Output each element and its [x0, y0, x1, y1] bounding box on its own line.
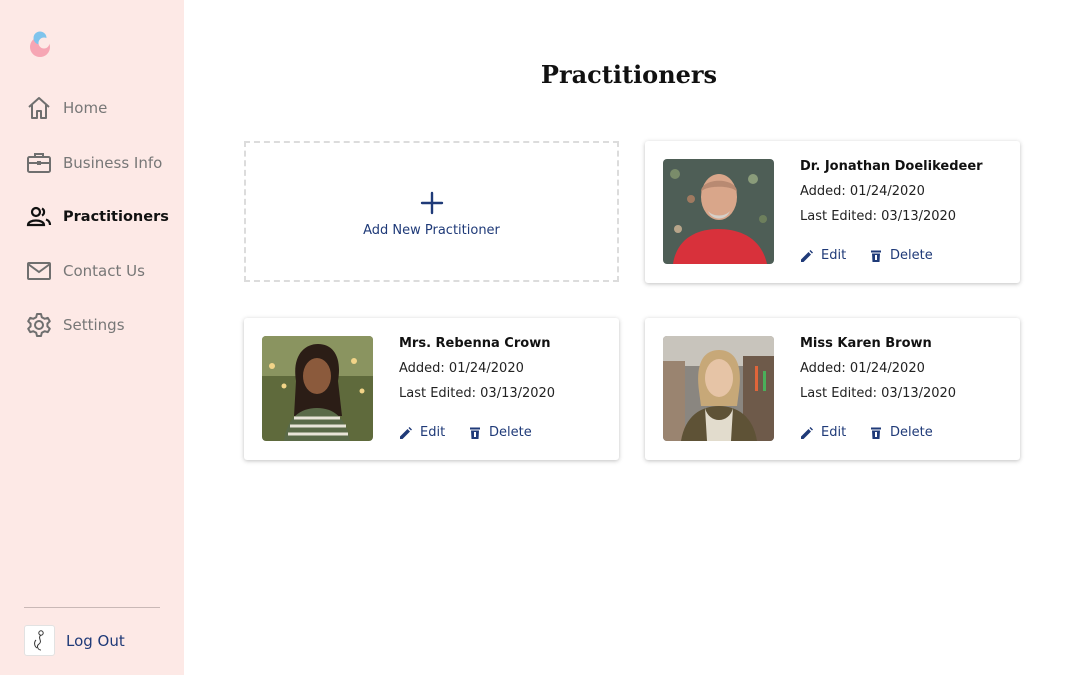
practitioner-photo	[663, 336, 774, 441]
practitioner-added-date: Added: 01/24/2020	[800, 184, 925, 199]
delete-button[interactable]: Delete	[869, 425, 933, 440]
delete-button[interactable]: Delete	[468, 425, 532, 440]
sidebar-item-label: Settings	[63, 316, 125, 334]
logout-label: Log Out	[66, 631, 125, 650]
pencil-icon	[800, 249, 814, 263]
edit-label: Edit	[821, 425, 847, 440]
sidebar-item-settings[interactable]: Settings	[26, 311, 125, 339]
practitioner-name: Miss Karen Brown	[800, 336, 932, 351]
practitioner-card: Dr. Jonathan Doelikedeer Added: 01/24/20…	[645, 141, 1020, 283]
sidebar-item-label: Contact Us	[63, 262, 145, 280]
sidebar-item-label: Home	[63, 99, 108, 117]
edit-button[interactable]: Edit	[800, 248, 846, 263]
practitioner-card: Mrs. Rebenna Crown Added: 01/24/2020 Las…	[244, 318, 619, 460]
practitioner-edited-date: Last Edited: 03/13/2020	[399, 386, 556, 401]
pencil-icon	[800, 426, 814, 440]
sidebar-divider	[24, 607, 160, 608]
trash-icon	[869, 249, 883, 263]
practitioner-name: Mrs. Rebenna Crown	[399, 336, 551, 351]
edit-button[interactable]: Edit	[800, 425, 846, 440]
add-practitioner-label: Add New Practitioner	[363, 223, 500, 238]
sidebar-item-home[interactable]: Home	[26, 94, 107, 122]
practitioner-edited-date: Last Edited: 03/13/2020	[800, 209, 957, 224]
sidebar-item-practitioners[interactable]: Practitioners	[26, 203, 169, 231]
edit-label: Edit	[821, 248, 847, 263]
practitioner-edited-date: Last Edited: 03/13/2020	[800, 386, 957, 401]
delete-label: Delete	[890, 248, 933, 263]
add-practitioner-button[interactable]: Add New Practitioner	[244, 141, 619, 282]
practitioner-name: Dr. Jonathan Doelikedeer	[800, 159, 983, 174]
app-logo[interactable]	[28, 29, 54, 59]
mail-icon	[26, 258, 52, 284]
page-title: Practitioners	[540, 60, 718, 89]
gear-icon	[26, 312, 52, 338]
trash-icon	[869, 426, 883, 440]
practitioner-photo	[262, 336, 373, 441]
logout-button[interactable]: Log Out	[24, 625, 125, 656]
edit-label: Edit	[420, 425, 446, 440]
sidebar-item-label: Practitioners	[63, 209, 169, 225]
edit-button[interactable]: Edit	[399, 425, 445, 440]
sidebar-item-label: Business Info	[63, 154, 163, 172]
sidebar-item-business-info[interactable]: Business Info	[26, 149, 162, 177]
plus-icon	[420, 191, 444, 215]
practitioner-card: Miss Karen Brown Added: 01/24/2020 Last …	[645, 318, 1020, 460]
delete-button[interactable]: Delete	[869, 248, 933, 263]
practitioner-photo	[663, 159, 774, 264]
practitioner-added-date: Added: 01/24/2020	[800, 361, 925, 376]
sidebar-item-contact-us[interactable]: Contact Us	[26, 257, 145, 285]
briefcase-icon	[26, 150, 52, 176]
trash-icon	[468, 426, 482, 440]
home-icon	[26, 95, 52, 121]
delete-label: Delete	[890, 425, 933, 440]
pencil-icon	[399, 426, 413, 440]
sidebar: Home Business Info Practitioners Contact…	[0, 0, 184, 675]
practitioner-added-date: Added: 01/24/2020	[399, 361, 524, 376]
people-icon	[26, 204, 52, 230]
avatar	[24, 625, 55, 656]
delete-label: Delete	[489, 425, 532, 440]
